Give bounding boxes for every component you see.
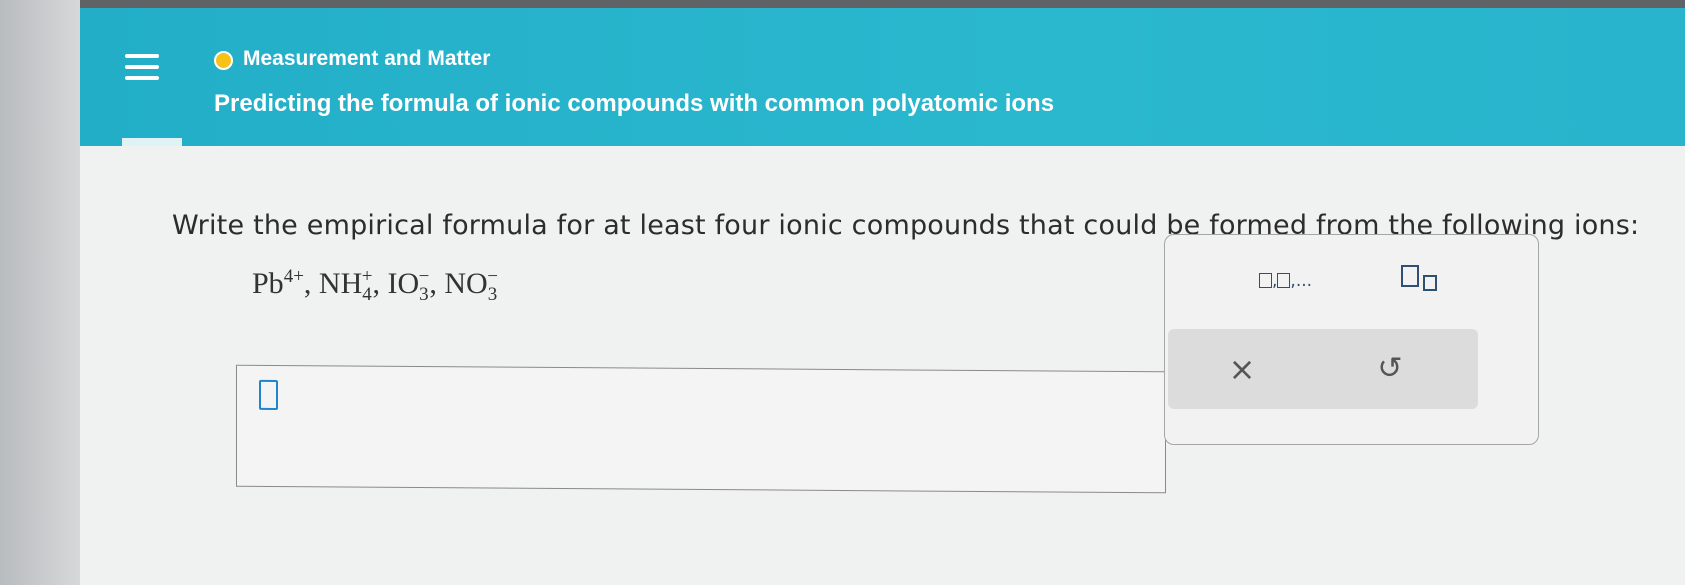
list-template-button[interactable]: ,,...: [1259, 271, 1312, 291]
ion-pb: Pb4+: [252, 266, 304, 300]
app-screen: Measurement and Matter Predicting the fo…: [80, 8, 1685, 585]
topic-label: Measurement and Matter: [243, 47, 491, 70]
ion-nh4: NH4+: [318, 266, 373, 305]
x-icon[interactable]: ×: [1220, 349, 1264, 389]
header-bar: Measurement and Matter Predicting the fo…: [80, 8, 1685, 146]
box-icon: [1259, 273, 1272, 288]
hamburger-menu-icon[interactable]: [118, 38, 166, 96]
subscript-base-icon: [1401, 265, 1419, 287]
topic-status-dot: [214, 51, 233, 70]
ion-no3: NO3−: [444, 266, 498, 305]
math-tool-panel: ,,... × ↺: [1164, 234, 1539, 445]
ion-list: Pb4+, NH4+, IO3−, NO3−: [252, 266, 498, 305]
subscript-template-button[interactable]: [1401, 265, 1449, 295]
page-title: Predicting the formula of ionic compound…: [214, 90, 1055, 117]
ion-io3: IO3−: [387, 266, 430, 305]
box-icon: [1277, 273, 1291, 288]
input-placeholder-box: [259, 379, 278, 411]
subscript-index-icon: [1423, 275, 1437, 291]
answer-input[interactable]: [236, 364, 1166, 494]
screen-bezel-left: [0, 0, 80, 585]
undo-icon[interactable]: ↺: [1368, 349, 1412, 389]
action-row: × ↺: [1168, 329, 1478, 409]
tool-row: ,,...: [1165, 235, 1538, 325]
